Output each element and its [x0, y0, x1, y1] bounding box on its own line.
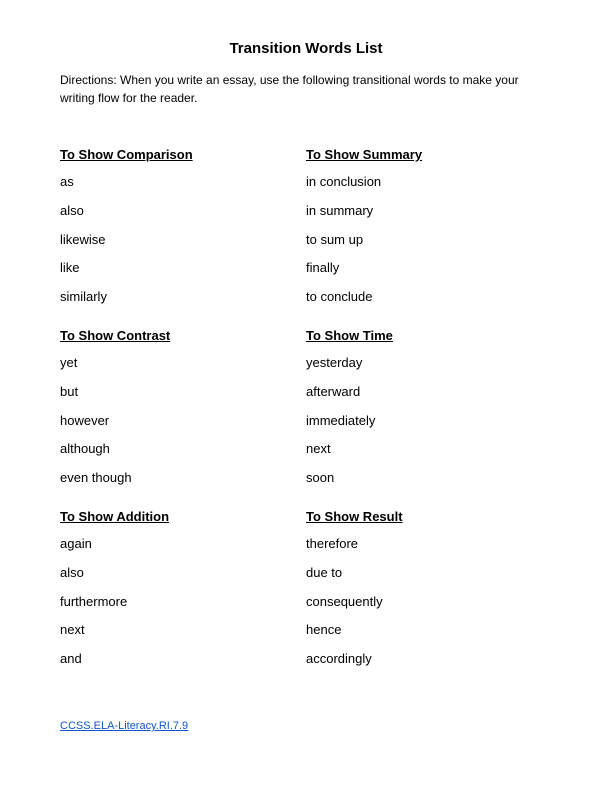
list-item: consequently: [306, 588, 552, 617]
section-header: To Show Time: [306, 328, 552, 343]
list-item: therefore: [306, 530, 552, 559]
section: To Show Comparison asalsolikewiselikesimi…: [60, 147, 306, 312]
section: To Show Time yesterdayafterwardimmediatel…: [306, 328, 552, 493]
list-item: next: [60, 616, 306, 645]
list-item: immediately: [306, 407, 552, 436]
list-item: yet: [60, 349, 306, 378]
list-item: yesterday: [306, 349, 552, 378]
list-item: although: [60, 435, 306, 464]
page-title: Transition Words List: [60, 40, 552, 57]
section-header: To Show Result: [306, 509, 552, 524]
list-item: also: [60, 559, 306, 588]
main-columns: To Show Comparisonasalsolikewiselikesimi…: [60, 131, 552, 680]
section: To Show Summaryin conclusionin summaryto…: [306, 147, 552, 312]
section-header: To Show Comparison: [60, 147, 306, 162]
list-item: but: [60, 378, 306, 407]
list-item: accordingly: [306, 645, 552, 674]
list-item: due to: [306, 559, 552, 588]
list-item: like: [60, 254, 306, 283]
right-column: To Show Summaryin conclusionin summaryto…: [306, 131, 552, 680]
left-column: To Show Comparisonasalsolikewiselikesimi…: [60, 131, 306, 680]
list-item: likewise: [60, 226, 306, 255]
section: To Show Addition againalsofurthermorenext…: [60, 509, 306, 674]
list-item: in summary: [306, 197, 552, 226]
section: To Show Contrast yetbuthoweveralthougheve…: [60, 328, 306, 493]
section-header: To Show Addition: [60, 509, 306, 524]
section-header: To Show Contrast: [60, 328, 306, 343]
list-item: also: [60, 197, 306, 226]
list-item: however: [60, 407, 306, 436]
list-item: next: [306, 435, 552, 464]
section-header: To Show Summary: [306, 147, 552, 162]
list-item: soon: [306, 464, 552, 493]
section: To Show Result thereforedue toconsequentl…: [306, 509, 552, 674]
list-item: to conclude: [306, 283, 552, 312]
list-item: to sum up: [306, 226, 552, 255]
list-item: as: [60, 168, 306, 197]
list-item: afterward: [306, 378, 552, 407]
footer-link-container: CCSS.ELA-Literacy.RI.7.9: [60, 720, 552, 732]
list-item: in conclusion: [306, 168, 552, 197]
list-item: even though: [60, 464, 306, 493]
list-item: similarly: [60, 283, 306, 312]
directions: Directions: When you write an essay, use…: [60, 71, 552, 107]
list-item: and: [60, 645, 306, 674]
list-item: again: [60, 530, 306, 559]
list-item: finally: [306, 254, 552, 283]
list-item: hence: [306, 616, 552, 645]
footer-link[interactable]: CCSS.ELA-Literacy.RI.7.9: [60, 720, 188, 732]
list-item: furthermore: [60, 588, 306, 617]
